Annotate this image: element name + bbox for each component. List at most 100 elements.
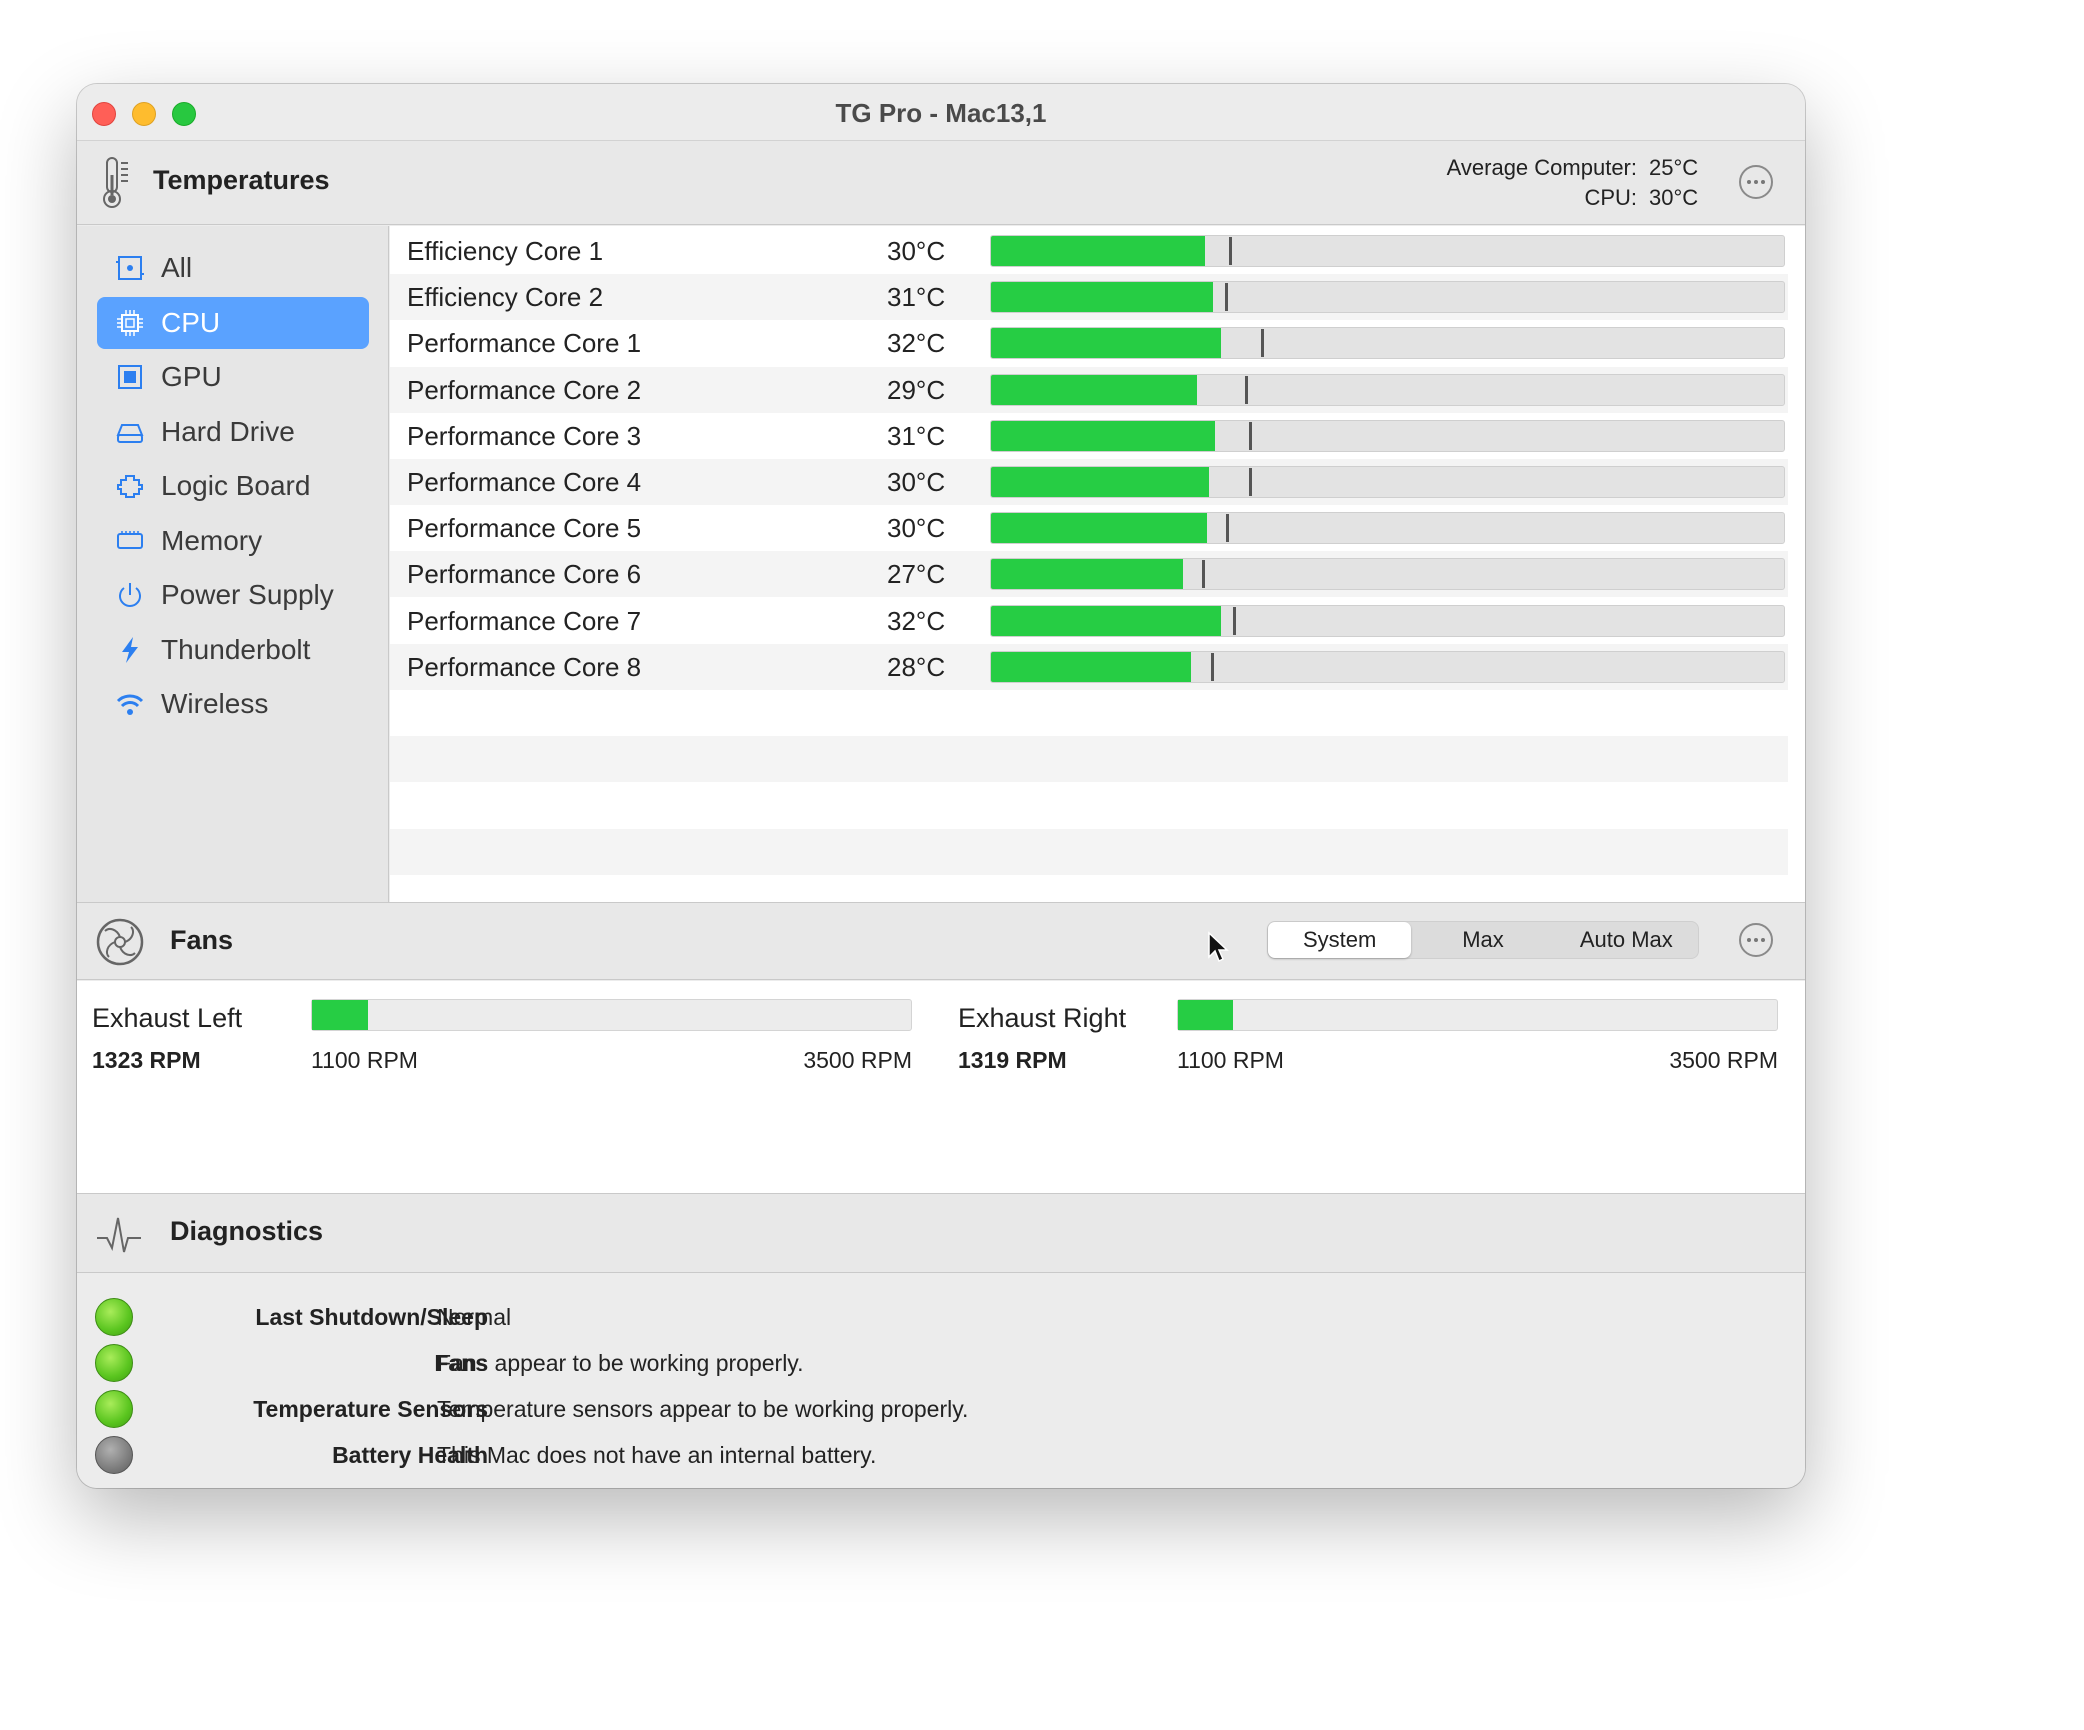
sensor-name: Performance Core 1 (407, 328, 642, 359)
sidebar-item-logic-board[interactable]: Logic Board (97, 460, 369, 512)
fan-speed-bar (1177, 999, 1778, 1031)
empty-row (390, 828, 1788, 875)
temperature-bar (990, 604, 1785, 637)
window-title: TG Pro - Mac13,1 (835, 98, 1047, 128)
sidebar-item-all[interactable]: All (97, 242, 369, 294)
wifi-icon (113, 687, 147, 721)
all-icon (113, 251, 147, 285)
temperatures-more-button[interactable] (1739, 165, 1773, 199)
temperature-bar-fill (991, 513, 1207, 544)
fan-current-rpm: 1323 RPM (92, 1047, 201, 1073)
sidebar-item-label: Hard Drive (161, 415, 295, 447)
empty-row (390, 782, 1788, 828)
temperature-bar (990, 650, 1785, 683)
average-readout: Average Computer: 25°C CPU: 30°C (1447, 153, 1705, 213)
temperature-bar-fill (991, 651, 1191, 682)
fan-min-rpm: 1100 RPM (1177, 1047, 1284, 1073)
temperature-bar (990, 466, 1785, 498)
temperature-bar (990, 235, 1785, 267)
max-temperature-marker (1211, 652, 1215, 681)
temperature-bar-fill (991, 282, 1214, 313)
logic-board-icon (113, 469, 147, 503)
average-computer-value: 25°C (1649, 155, 1699, 180)
sidebar-item-gpu[interactable]: GPU (97, 351, 369, 403)
max-temperature-marker (1248, 468, 1252, 496)
fan-speed-bar-fill (1178, 1000, 1233, 1030)
sidebar-item-wireless[interactable]: Wireless (97, 678, 369, 730)
sidebar-item-hard-drive[interactable]: Hard Drive (97, 406, 369, 458)
temperature-bar (990, 512, 1785, 545)
sidebar-item-label: CPU (161, 306, 221, 338)
fans-header: Fans System Max Auto Max (77, 902, 1805, 980)
sidebar-item-memory[interactable]: Memory (97, 515, 369, 567)
sensor-row[interactable]: Performance Core 6 27°C (390, 551, 1788, 598)
max-temperature-marker (1232, 606, 1236, 635)
fans-title: Fans (170, 925, 234, 955)
status-indicator-icon (95, 1298, 133, 1336)
sidebar-item-label: Logic Board (161, 470, 311, 501)
sensor-name: Performance Core 3 (407, 420, 642, 451)
power-icon (113, 578, 147, 612)
temperature-bar-fill (991, 236, 1206, 266)
diagnostics-title: Diagnostics (170, 1216, 324, 1246)
sensor-row[interactable]: Performance Core 7 32°C (390, 598, 1788, 644)
sensor-temperature: 28°C (887, 651, 946, 682)
app-window: TG Pro - Mac13,1 Temperatures Average Co… (77, 84, 1805, 1488)
sidebar-item-thunderbolt[interactable]: Thunderbolt (97, 624, 369, 676)
sidebar-item-power-supply[interactable]: Power Supply (97, 569, 369, 621)
fan-mode-max[interactable]: Max (1411, 922, 1554, 958)
temperature-bar (990, 558, 1785, 591)
sidebar-item-label: GPU (161, 361, 222, 392)
fan-mode-segmented-control: System Max Auto Max (1267, 921, 1699, 959)
sensor-temperature: 27°C (887, 559, 946, 590)
cpu-average-value: 30°C (1649, 185, 1699, 210)
title-bar: TG Pro - Mac13,1 (77, 84, 1805, 141)
diagnostic-status-text: Fans appear to be working properly. (437, 1350, 804, 1376)
sidebar-item-label: Memory (161, 524, 263, 556)
average-computer-label: Average Computer: (1446, 155, 1637, 180)
fan-current-rpm: 1319 RPM (958, 1047, 1067, 1073)
sensor-row[interactable]: Performance Core 2 29°C (390, 366, 1788, 413)
sensor-row[interactable]: Performance Core 8 28°C (390, 643, 1788, 690)
heartbeat-icon (97, 1217, 141, 1253)
fan-mode-auto-max[interactable]: Auto Max (1555, 922, 1698, 958)
fan-exhaust-left: Exhaust Left 1323 RPM 1100 RPM 3500 RPM (77, 981, 917, 1193)
diagnostic-row: Fans Fans appear to be working properly. (77, 1340, 1805, 1386)
memory-icon (113, 524, 147, 558)
fan-icon (96, 918, 144, 966)
sensor-row[interactable]: Performance Core 3 31°C (390, 413, 1788, 459)
sensor-row[interactable]: Performance Core 4 30°C (390, 459, 1788, 505)
temperatures-title: Temperatures (153, 165, 330, 195)
fan-name: Exhaust Left (92, 1003, 243, 1033)
thermometer-icon (103, 157, 128, 208)
status-indicator-icon (95, 1344, 133, 1382)
fan-speed-bar-fill (312, 1000, 368, 1030)
sidebar-item-label: Wireless (161, 688, 269, 719)
empty-row (390, 736, 1788, 783)
sensor-name: Performance Core 5 (407, 513, 642, 544)
sensor-row[interactable]: Efficiency Core 1 30°C (390, 228, 1788, 274)
fans-more-button[interactable] (1739, 923, 1773, 957)
diagnostics-header: Diagnostics (77, 1193, 1805, 1273)
status-indicator-icon (95, 1436, 133, 1474)
temperature-bar (990, 419, 1785, 452)
diagnostic-row: Last Shutdown/Sleep Normal (77, 1294, 1805, 1340)
cpu-average-label: CPU: (1584, 185, 1637, 210)
sensor-category-sidebar: All CPU GPU Hard Drive Logic Board Memory Powe… (77, 226, 389, 902)
sensor-temperature: 32°C (887, 328, 946, 359)
sensor-row[interactable]: Performance Core 1 32°C (390, 320, 1788, 366)
sensor-row[interactable]: Performance Core 5 30°C (390, 505, 1788, 551)
empty-row (390, 690, 1788, 736)
fan-mode-system[interactable]: System (1268, 922, 1412, 958)
sidebar-item-cpu[interactable]: CPU (97, 296, 369, 349)
sensor-temperature: 32°C (887, 605, 946, 636)
sensor-name: Efficiency Core 2 (407, 282, 604, 313)
temperature-bar-fill (991, 467, 1210, 497)
sensor-row[interactable]: Efficiency Core 2 31°C (390, 274, 1788, 321)
max-temperature-marker (1244, 375, 1248, 404)
sensor-list: Efficiency Core 1 30°C Efficiency Core 2 31… (390, 226, 1805, 902)
temperature-bar-fill (991, 605, 1221, 636)
sidebar-item-label: Power Supply (161, 579, 334, 610)
max-temperature-marker (1248, 421, 1252, 450)
temperature-bar (990, 327, 1785, 360)
